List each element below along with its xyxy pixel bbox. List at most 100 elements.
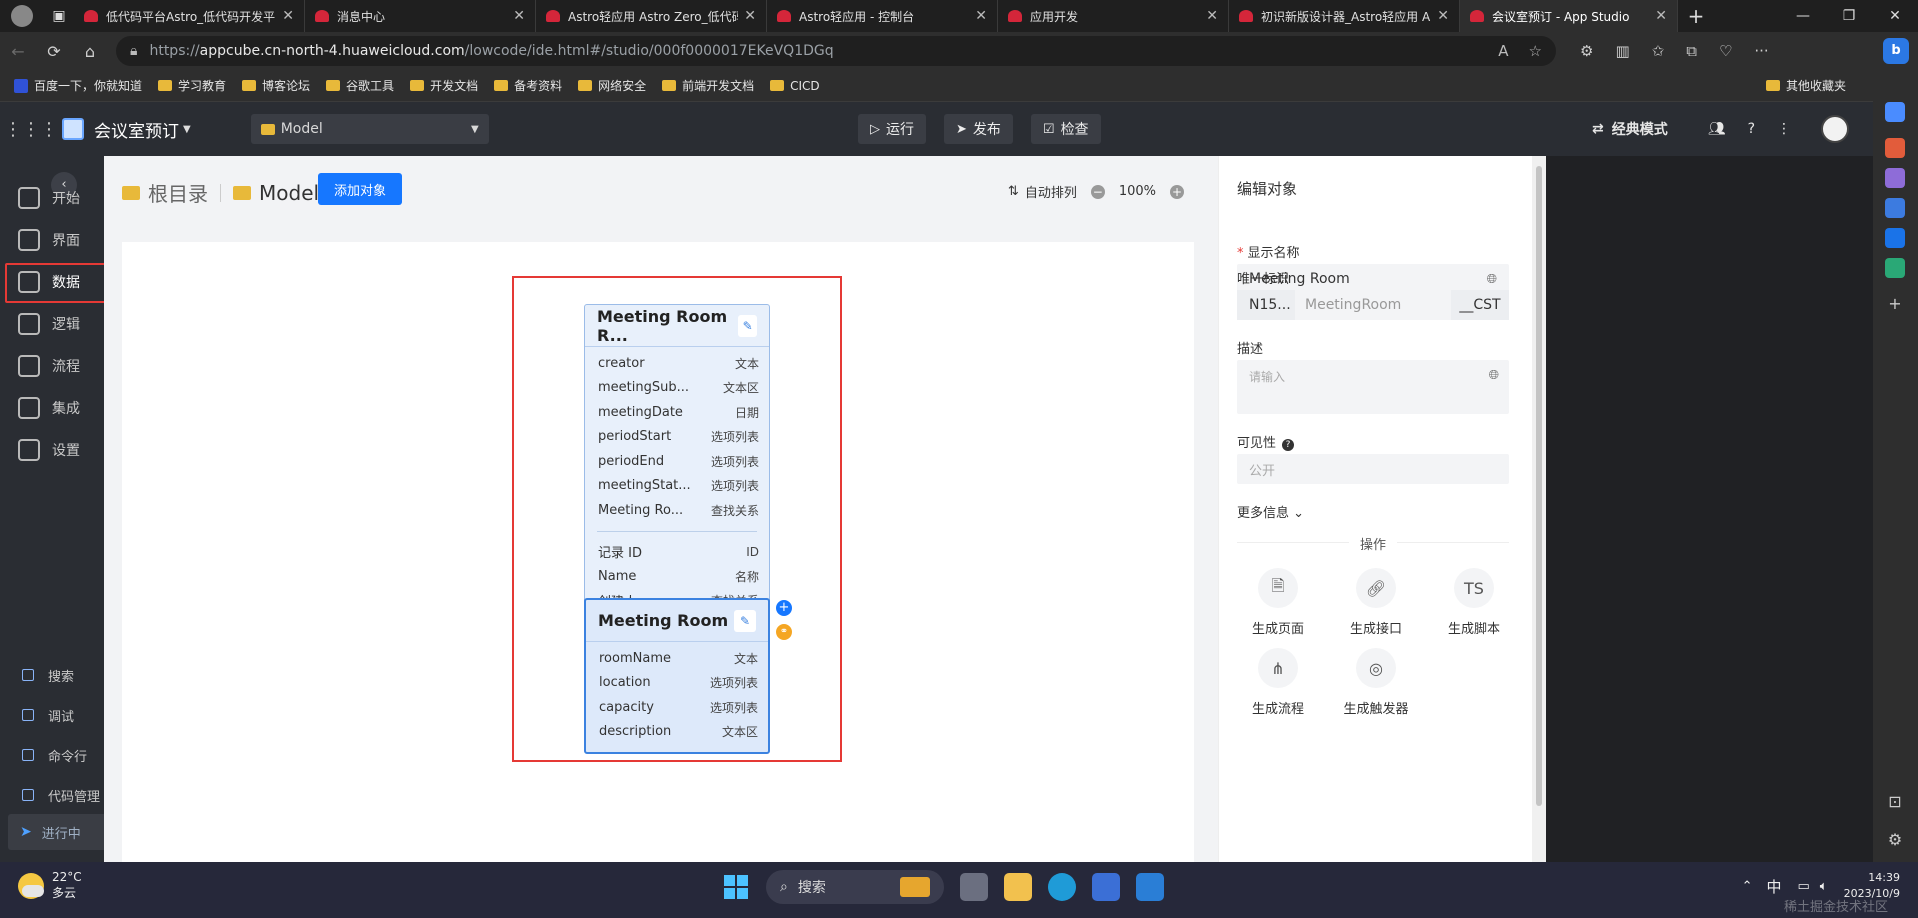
bookmark-folder[interactable]: 前端开发文档 xyxy=(662,77,754,94)
bookmark-folder[interactable]: 备考资料 xyxy=(494,77,562,94)
generate-trigger-button[interactable]: ◎ 生成触发器 xyxy=(1331,648,1421,717)
diagram-board[interactable]: Meeting Room R... ✎ creator 文本 meetingSub… xyxy=(122,242,1194,862)
tool-search[interactable]: 搜索 xyxy=(0,660,104,690)
system-field-row[interactable]: Name 名称 xyxy=(585,564,769,589)
favorite-star-icon[interactable]: ☆ xyxy=(1529,42,1542,60)
outlook-icon[interactable] xyxy=(1885,228,1905,248)
sort-icon[interactable]: ⇅ xyxy=(1008,184,1019,199)
edit-icon[interactable]: ✎ xyxy=(734,609,756,632)
tab-close-icon[interactable]: ✕ xyxy=(282,8,294,24)
office-icon[interactable] xyxy=(1885,198,1905,218)
browser-tab-active[interactable]: 会议室预订 - App Studio ✕ xyxy=(1460,0,1678,32)
field-row[interactable]: Meeting Ro... 查找关系 xyxy=(585,498,769,523)
profile-button[interactable] xyxy=(0,0,44,32)
browser-tab[interactable]: 消息中心 ✕ xyxy=(305,0,536,32)
zoom-out-icon[interactable]: − xyxy=(1090,184,1105,199)
bookmark-item[interactable]: 百度一下，你就知道 xyxy=(14,77,142,94)
field-row[interactable]: capacity 选项列表 xyxy=(586,695,768,720)
bookmark-folder[interactable]: CICD xyxy=(770,79,820,93)
tab-close-icon[interactable]: ✕ xyxy=(1655,8,1667,24)
generate-api-button[interactable]: 🔗︎ 生成接口 xyxy=(1331,568,1421,637)
tab-close-icon[interactable]: ✕ xyxy=(1437,8,1449,24)
split-screen-icon[interactable]: ▥ xyxy=(1615,42,1629,60)
store-icon[interactable] xyxy=(1092,873,1120,901)
sidebar-item-ui[interactable]: 界面 xyxy=(0,220,104,260)
app-name[interactable]: 会议室预订 xyxy=(94,117,179,142)
weather-widget[interactable]: 22°C 多云 xyxy=(18,870,82,901)
bookmark-folder[interactable]: 网络安全 xyxy=(578,77,646,94)
generate-flow-button[interactable]: ⋔ 生成流程 xyxy=(1233,648,1323,717)
system-field-row[interactable]: 记录 ID ID xyxy=(585,540,769,565)
edit-icon[interactable]: ✎ xyxy=(738,314,757,337)
sidebar-item-start[interactable]: 开始 xyxy=(0,178,104,218)
ime-indicator[interactable]: 中 xyxy=(1766,876,1781,897)
copilot-icon[interactable]: b xyxy=(1883,38,1909,64)
run-button[interactable]: ▷ 运行 xyxy=(858,114,926,144)
collaborators-icon[interactable]: 👥︎ xyxy=(1708,121,1726,137)
bookmark-folder[interactable]: 博客论坛 xyxy=(242,77,310,94)
tool-terminal[interactable]: 命令行 xyxy=(0,740,104,770)
add-object-button[interactable]: 添加对象 xyxy=(318,173,403,205)
file-explorer-icon[interactable] xyxy=(1004,873,1032,901)
url-field[interactable]: 🔒︎ https://appcube.cn-north-4.huaweiclou… xyxy=(116,36,1556,66)
tab-close-icon[interactable]: ✕ xyxy=(1206,8,1218,24)
chevron-down-icon[interactable]: ▼ xyxy=(183,124,191,135)
collections-icon[interactable]: ⧉ xyxy=(1686,42,1697,60)
browser-tab[interactable]: Astro轻应用 Astro Zero_低代码 ✕ xyxy=(536,0,767,32)
field-row[interactable]: location 选项列表 xyxy=(586,671,768,696)
gear-icon[interactable]: ⚙ xyxy=(1885,830,1905,849)
add-field-icon[interactable]: + xyxy=(776,600,792,616)
browser-tab[interactable]: 应用开发 ✕ xyxy=(998,0,1229,32)
globe-icon[interactable]: 🌐︎ xyxy=(1489,368,1499,383)
add-sidebar-icon[interactable]: + xyxy=(1885,294,1905,313)
generate-page-button[interactable]: 🗎︎ 生成页面 xyxy=(1233,568,1323,637)
other-favorites-folder[interactable]: 其他收藏夹 xyxy=(1765,77,1846,94)
field-row[interactable]: periodEnd 选项列表 xyxy=(585,449,769,474)
publish-button[interactable]: ➤ 发布 xyxy=(944,114,1013,144)
chevron-up-icon[interactable]: ⌃ xyxy=(1742,879,1753,894)
visibility-select[interactable]: 公开 xyxy=(1237,454,1509,484)
sidebar-item-flow[interactable]: 流程 xyxy=(0,346,104,386)
home-icon[interactable]: ⌂ xyxy=(72,42,108,61)
tab-close-icon[interactable]: ✕ xyxy=(744,8,756,24)
tab-close-icon[interactable]: ✕ xyxy=(975,8,987,24)
sidebar-item-integration[interactable]: 集成 xyxy=(0,388,104,428)
favorites-icon[interactable]: ✩ xyxy=(1652,42,1665,60)
classic-mode-toggle[interactable]: ⇄ 经典模式 xyxy=(1592,119,1668,139)
zoom-in-icon[interactable]: + xyxy=(1170,184,1184,199)
tab-close-icon[interactable]: ✕ xyxy=(513,8,525,24)
performance-icon[interactable]: ♡ xyxy=(1719,42,1732,60)
restore-icon[interactable]: ❐ xyxy=(1826,0,1872,32)
screenshot-icon[interactable]: ⊡ xyxy=(1885,792,1905,811)
unique-id-field[interactable]: N15... MeetingRoom __CST xyxy=(1237,290,1509,320)
scrollbar-thumb[interactable] xyxy=(1536,166,1542,806)
browser-tab[interactable]: Astro轻应用 - 控制台 ✕ xyxy=(767,0,998,32)
edge-browser-icon[interactable] xyxy=(1048,873,1076,901)
refresh-icon[interactable]: ⟳ xyxy=(36,42,72,61)
field-row[interactable]: meetingDate 日期 xyxy=(585,400,769,425)
field-row[interactable]: meetingStat... 选项列表 xyxy=(585,474,769,499)
back-icon[interactable]: ← xyxy=(0,42,36,61)
sidebar-item-data[interactable]: 数据 xyxy=(0,262,111,303)
help-icon[interactable]: ? xyxy=(1282,439,1295,451)
network-icon[interactable]: ▭ xyxy=(1797,879,1809,894)
app-grid-icon[interactable]: ⋮⋮⋮ xyxy=(0,119,62,140)
unique-id-input[interactable]: MeetingRoom xyxy=(1295,290,1451,320)
relation-link-icon[interactable]: ⚭ xyxy=(776,624,792,640)
bookmark-folder[interactable]: 开发文档 xyxy=(410,77,478,94)
games-icon[interactable] xyxy=(1885,168,1905,188)
task-view-icon[interactable] xyxy=(960,873,988,901)
new-tab-button[interactable]: + xyxy=(1678,0,1714,32)
bookmark-folder[interactable]: 谷歌工具 xyxy=(326,77,394,94)
field-row[interactable]: periodStart 选项列表 xyxy=(585,425,769,450)
field-row[interactable]: description 文本区 xyxy=(586,720,768,745)
close-window-icon[interactable]: ✕ xyxy=(1872,0,1918,32)
entity-card-selected[interactable]: Meeting Room ✎ roomName 文本 location 选项列表 c… xyxy=(584,598,770,754)
help-icon[interactable]: ? xyxy=(1748,121,1755,137)
read-aloud-icon[interactable]: A xyxy=(1498,42,1508,60)
windows-start-icon[interactable] xyxy=(724,875,748,899)
tag-icon[interactable] xyxy=(1885,102,1905,122)
extensions-icon[interactable]: ⚙ xyxy=(1580,42,1593,60)
breadcrumb-root[interactable]: 根目录 xyxy=(148,178,208,207)
model-select[interactable]: Model ▼ xyxy=(250,114,489,144)
